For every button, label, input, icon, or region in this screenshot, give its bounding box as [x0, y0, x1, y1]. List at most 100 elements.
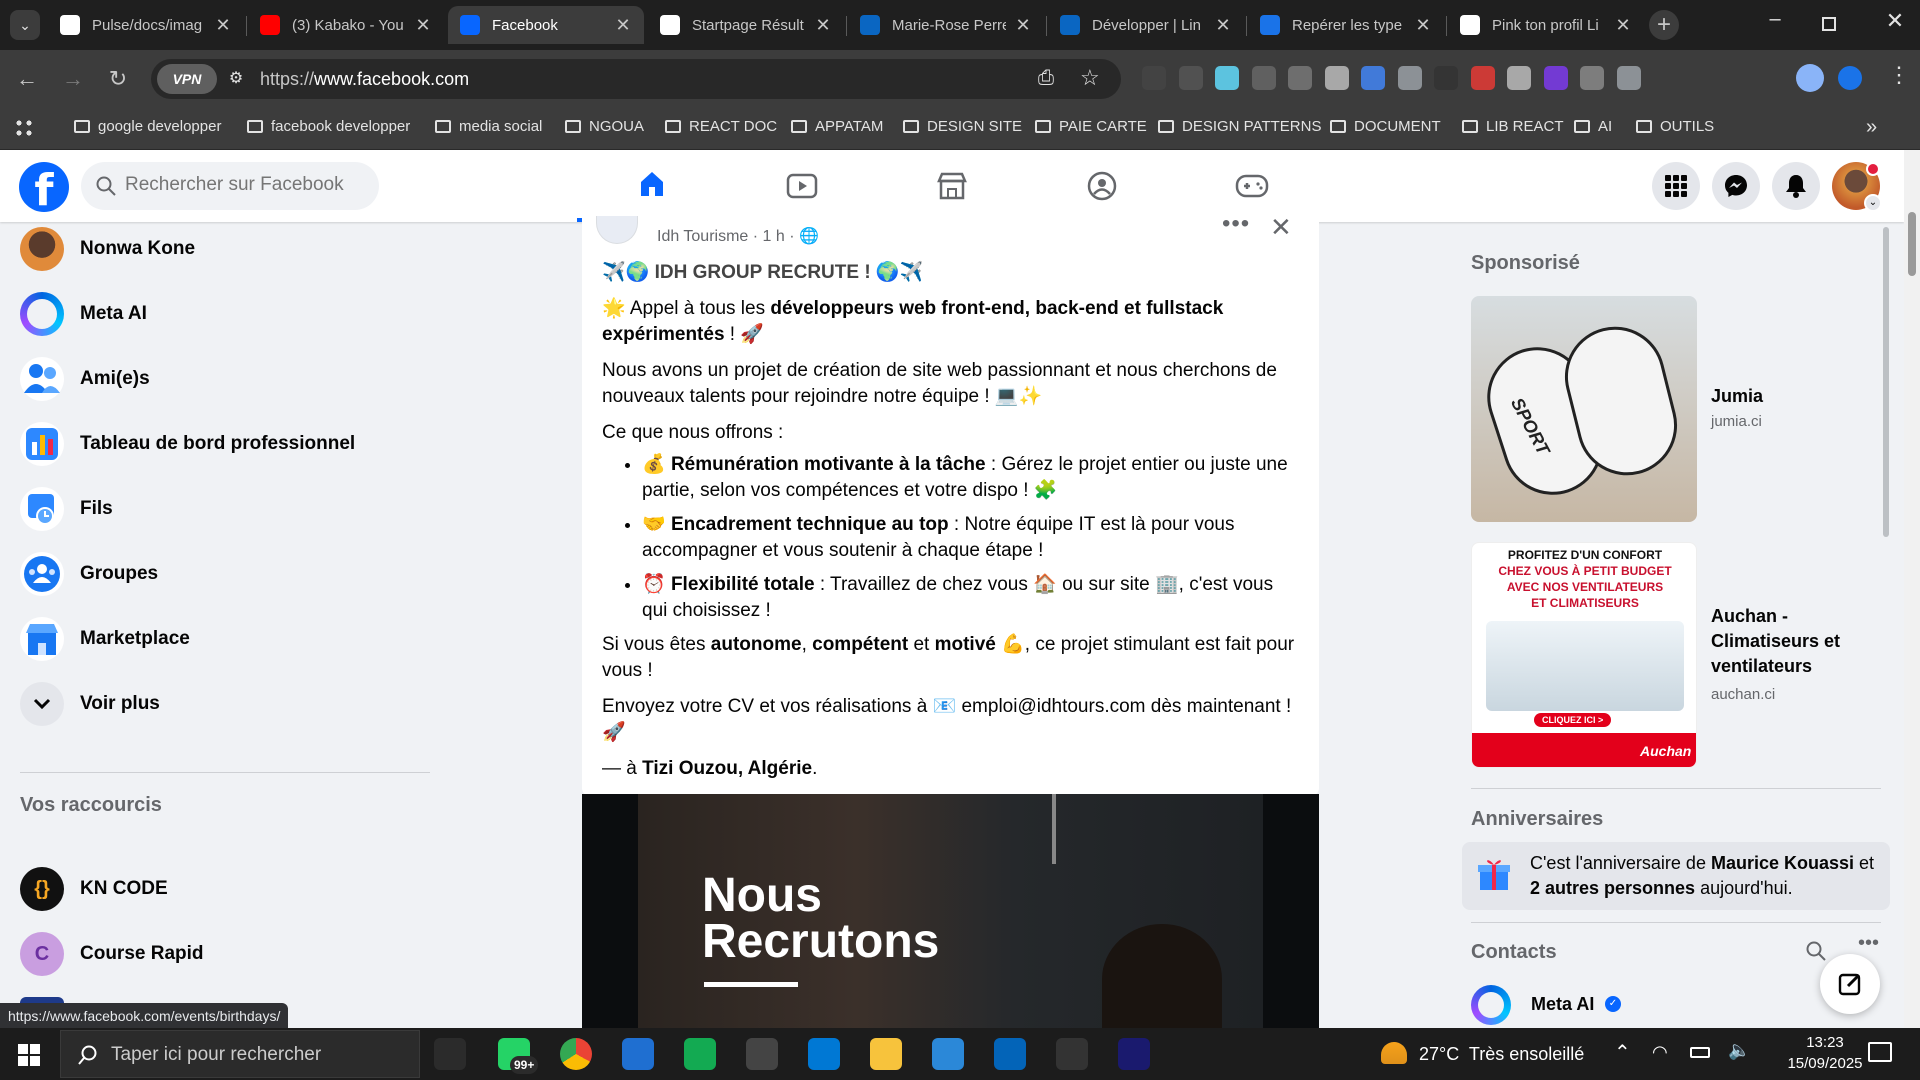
- bookmark-folder[interactable]: REACT DOC: [665, 118, 777, 135]
- bookmark-folder[interactable]: LIB REACT: [1462, 118, 1564, 135]
- post-image[interactable]: Nous Recrutons: [582, 794, 1319, 1034]
- messenger-button[interactable]: [1712, 162, 1760, 210]
- back-button[interactable]: ←: [12, 64, 42, 94]
- tray-chevron-icon[interactable]: ⌃: [1614, 1040, 1631, 1065]
- shortcut-item[interactable]: C Course Rapid: [20, 926, 204, 982]
- app-6-icon[interactable]: [746, 1038, 778, 1070]
- bookmark-folder[interactable]: DESIGN PATTERNS: [1158, 118, 1321, 135]
- bookmark-folder[interactable]: OUTILS: [1636, 118, 1714, 135]
- menu-button[interactable]: [1652, 162, 1700, 210]
- notification-center-icon[interactable]: [1868, 1042, 1892, 1062]
- bookmark-folder[interactable]: google developper: [74, 118, 221, 135]
- bookmark-folder[interactable]: facebook developper: [247, 118, 410, 135]
- post-options-icon[interactable]: •••: [1222, 210, 1250, 238]
- react-devtools-icon[interactable]: [1215, 66, 1239, 90]
- page-avatar[interactable]: [596, 216, 638, 244]
- ext-12-icon[interactable]: [1543, 66, 1568, 90]
- scrollbar-thumb[interactable]: [1908, 212, 1916, 276]
- ext-1-icon[interactable]: [1142, 66, 1166, 90]
- nav-marketplace[interactable]: [877, 150, 1027, 222]
- url-text[interactable]: https://www.facebook.com: [260, 69, 469, 90]
- file-explorer-icon[interactable]: [870, 1038, 902, 1070]
- bookmark-folder[interactable]: DOCUMENT: [1330, 118, 1441, 135]
- task-view-icon[interactable]: [434, 1038, 466, 1070]
- sidebar-item-4[interactable]: Tableau de bord professionnel: [20, 416, 355, 472]
- sidebar-item-6[interactable]: Groupes: [20, 546, 158, 602]
- tab-close-icon[interactable]: ✕: [1614, 15, 1632, 36]
- new-message-button[interactable]: [1820, 954, 1880, 1014]
- bookmark-folder[interactable]: NGOUA: [565, 118, 644, 135]
- bookmark-folder[interactable]: DESIGN SITE: [903, 118, 1022, 135]
- search-input[interactable]: [125, 174, 365, 196]
- ext-6-icon[interactable]: [1324, 66, 1349, 90]
- tab-close-icon[interactable]: ✕: [1414, 15, 1432, 36]
- contacts-more-icon[interactable]: •••: [1858, 932, 1879, 955]
- ext-11-icon[interactable]: [1507, 66, 1531, 90]
- ext-4-icon[interactable]: [1251, 66, 1276, 90]
- tab-search-button[interactable]: ⌄: [10, 10, 40, 40]
- google-translate-icon[interactable]: [1361, 66, 1385, 90]
- notifications-button[interactable]: [1772, 162, 1820, 210]
- tab-close-icon[interactable]: ✕: [414, 15, 432, 36]
- tab-close-icon[interactable]: ✕: [614, 15, 632, 36]
- sidebar-item-7[interactable]: Marketplace: [20, 611, 190, 667]
- reload-button[interactable]: ↻: [103, 64, 133, 94]
- apps-grid-icon[interactable]: [14, 118, 34, 138]
- profile-avatar[interactable]: [1796, 64, 1824, 92]
- post-close-icon[interactable]: ✕: [1270, 212, 1292, 243]
- p6-bold[interactable]: Tizi Ouzou, Algérie: [642, 758, 812, 779]
- clock-time[interactable]: 13:23: [1790, 1034, 1860, 1051]
- nav-video[interactable]: [727, 150, 877, 222]
- clock-date[interactable]: 15/09/2025: [1782, 1055, 1868, 1072]
- ext-13-icon[interactable]: [1580, 66, 1604, 90]
- terminal-icon[interactable]: [1056, 1038, 1088, 1070]
- volume-icon[interactable]: 🔈: [1728, 1040, 1750, 1061]
- tab-close-icon[interactable]: ✕: [214, 15, 232, 36]
- vpn-badge[interactable]: VPN: [157, 64, 217, 94]
- birthday-card[interactable]: C'est l'anniversaire de Maurice Kouassi …: [1462, 842, 1890, 910]
- ad-jumia[interactable]: SPORT Jumia jumia.ci: [1471, 296, 1891, 522]
- nav-groups[interactable]: [1027, 150, 1177, 222]
- close-window-button[interactable]: ✕: [1880, 8, 1910, 34]
- tab-8[interactable]: Pink ton profil Li ✕: [1448, 6, 1644, 44]
- wifi-icon[interactable]: ◠: [1652, 1042, 1668, 1063]
- shield-check-icon[interactable]: [1838, 66, 1862, 90]
- sidebar-item-1[interactable]: Nonwa Kone: [20, 221, 195, 277]
- facebook-search[interactable]: [81, 162, 379, 210]
- contacts-search-icon[interactable]: [1805, 940, 1827, 967]
- sidebar-item-3[interactable]: Ami(e)s: [20, 351, 150, 407]
- taskbar-search[interactable]: Taper ici pour rechercher: [60, 1030, 420, 1078]
- ext-9-icon[interactable]: [1434, 66, 1458, 90]
- tab-6[interactable]: Développer | Lin ✕: [1048, 6, 1244, 44]
- tab-close-icon[interactable]: ✕: [1214, 15, 1232, 36]
- tab-3[interactable]: Facebook ✕: [448, 6, 644, 44]
- vscode-icon[interactable]: [808, 1038, 840, 1070]
- nav-home[interactable]: [577, 150, 727, 222]
- notion-icon[interactable]: [1118, 1038, 1150, 1070]
- more-bookmarks-icon[interactable]: »: [1866, 116, 1877, 139]
- battery-icon[interactable]: [1690, 1047, 1710, 1058]
- bookmark-folder[interactable]: PAIE CARTE: [1035, 118, 1147, 135]
- bookmark-folder[interactable]: media social: [435, 118, 542, 135]
- maximize-button[interactable]: [1822, 17, 1836, 31]
- outlook-icon[interactable]: [994, 1038, 1026, 1070]
- tab-4[interactable]: Startpage Résult ✕: [648, 6, 844, 44]
- windows-start-icon[interactable]: [18, 1044, 40, 1066]
- tab-close-icon[interactable]: ✕: [814, 15, 832, 36]
- bookmark-folder[interactable]: APPATAM: [791, 118, 883, 135]
- browser-menu-icon[interactable]: ⋮: [1888, 62, 1910, 88]
- account-avatar[interactable]: ⌄: [1832, 162, 1882, 212]
- ext-2-icon[interactable]: [1178, 66, 1203, 90]
- app-store-icon[interactable]: [622, 1038, 654, 1070]
- ext-5-icon[interactable]: [1288, 66, 1312, 90]
- install-app-icon[interactable]: ⎙: [1038, 67, 1054, 90]
- new-tab-button[interactable]: +: [1649, 10, 1679, 40]
- facebook-logo[interactable]: f: [19, 162, 69, 216]
- address-bar[interactable]: VPN ⚙ https://www.facebook.com ⎙ ☆: [151, 59, 1121, 99]
- tab-7[interactable]: Repérer les type ✕: [1248, 6, 1444, 44]
- ext-8-icon[interactable]: [1397, 66, 1422, 90]
- sidebar-item-8[interactable]: Voir plus: [20, 676, 160, 732]
- birthday-name[interactable]: Maurice Kouassi: [1711, 853, 1854, 873]
- shortcut-item[interactable]: {} KN CODE: [20, 861, 168, 917]
- tab-close-icon[interactable]: ✕: [1014, 15, 1032, 36]
